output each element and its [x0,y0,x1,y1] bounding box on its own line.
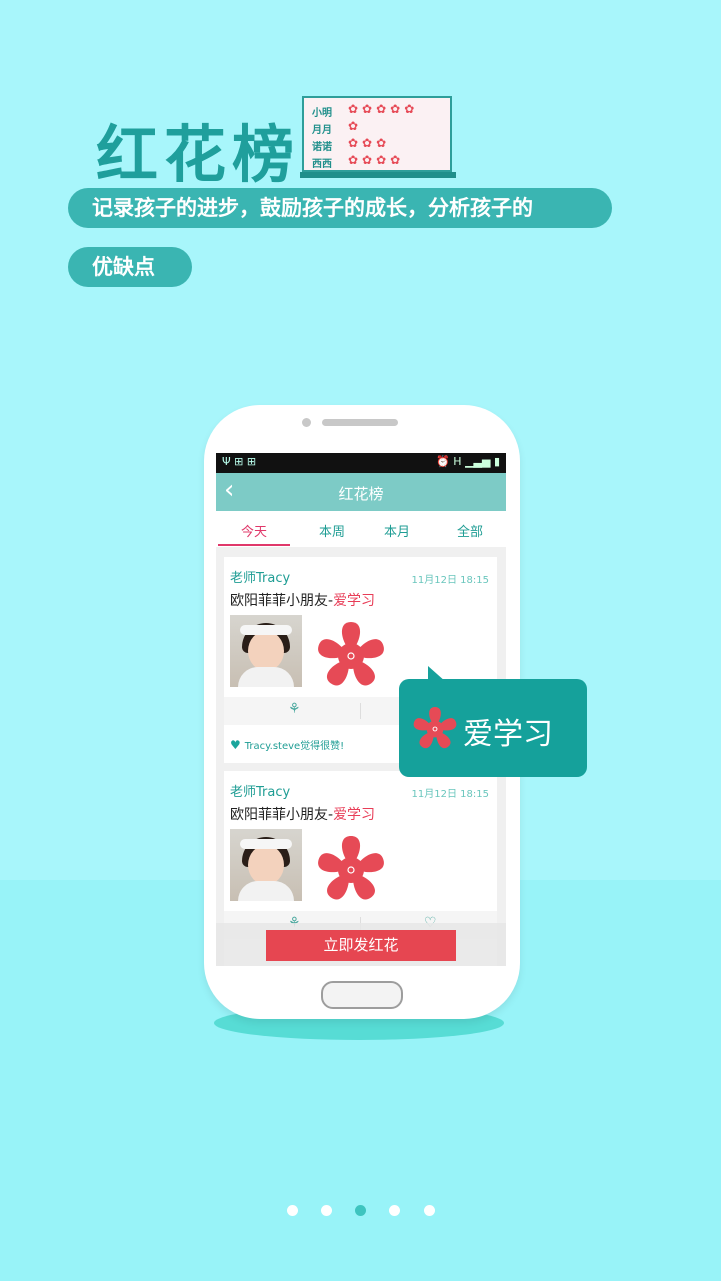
board-row-flowers: ✿✿✿✿ [348,153,405,167]
board-row-name: 西西 [312,159,332,170]
child-photo[interactable] [230,829,302,901]
post-time: 11月12日 18:15 [411,789,489,800]
post-teacher: 老师Tracy [230,785,291,800]
post-award: 爱学习 [333,807,376,823]
status-bar: Ψ ⊞ ⊞ ⏰ H ▁▃▅ ▮ [216,453,506,473]
page-dot-active[interactable] [355,1205,366,1216]
page-dot[interactable] [389,1205,400,1216]
tab-bar: 今天 本周 本月 全部 [216,511,506,547]
child-photo[interactable] [230,615,302,687]
heart-icon: ♥ [230,738,241,752]
board-row-name: 月月 [312,125,332,136]
board-base [300,172,456,178]
status-right-icons: ⏰ H ▁▃▅ ▮ [436,455,500,468]
post-likes: ♥ Tracy.steve觉得很赞! [230,737,344,752]
tagline-line-2: 优缺点 [68,247,192,287]
board-row-flowers: ✿ [348,119,363,133]
flower-outline-icon[interactable]: ⚘ [288,701,301,717]
status-left-icons: Ψ ⊞ ⊞ [222,455,257,468]
callout-bubble: 爱学习 [399,679,587,777]
post-message: 欧阳菲菲小朋友-爱学习 [230,804,375,824]
board-row-name: 诺诺 [312,142,332,153]
tab-this-week[interactable]: 本周 [296,521,368,540]
send-flower-button[interactable]: 立即发红花 [266,930,456,961]
post-teacher: 老师Tracy [230,571,291,586]
likes-text: Tracy.steve觉得很赞! [244,741,345,752]
tab-this-month[interactable]: 本月 [361,521,433,540]
red-flower-icon [318,622,384,686]
speaker-grille [322,419,398,426]
tab-all[interactable]: 全部 [434,521,506,540]
home-button[interactable] [321,981,403,1009]
post-student: 欧阳菲菲小朋友- [230,807,334,823]
post-student: 欧阳菲菲小朋友- [230,593,334,609]
tab-today[interactable]: 今天 [218,521,290,540]
board-row-flowers: ✿✿✿ [348,136,391,150]
tagline-line-1: 记录孩子的进步，鼓励孩子的成长，分析孩子的 [68,188,612,228]
app-title: 红花榜 [338,485,384,503]
page-dot[interactable] [424,1205,435,1216]
post-award: 爱学习 [333,593,376,609]
camera-icon [302,418,311,427]
page-indicator [287,1205,437,1217]
red-flower-icon [413,706,457,749]
board-row-flowers: ✿✿✿✿✿ [348,102,419,116]
board-row-name: 小明 [312,108,332,119]
red-flower-icon [318,836,384,900]
active-tab-indicator [218,544,290,546]
page-dot[interactable] [287,1205,298,1216]
post-message: 欧阳菲菲小朋友-爱学习 [230,590,375,610]
post-time: 11月12日 18:15 [411,575,489,586]
app-title-bar: ‹ 红花榜 [216,473,506,511]
action-divider [360,703,361,719]
callout-text: 爱学习 [463,717,553,752]
page-dot[interactable] [321,1205,332,1216]
headline-title: 红花榜 [96,118,301,191]
flower-board-illustration: 小明 ✿✿✿✿✿ 月月 ✿ 诺诺 ✿✿✿ 西西 ✿✿✿✿ [302,96,452,172]
